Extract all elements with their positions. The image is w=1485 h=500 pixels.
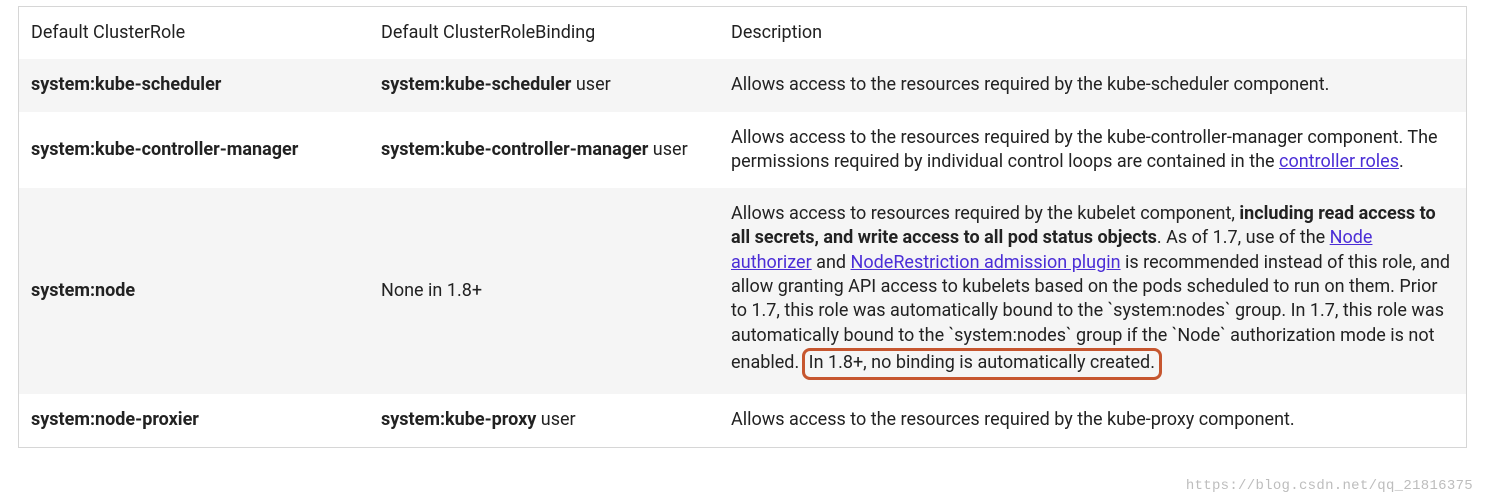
description-text: . As of 1.7, use of the	[1157, 227, 1330, 248]
cell-role: system:node	[19, 188, 369, 394]
binding-name: system:kube-proxy	[381, 409, 536, 430]
cell-role: system:kube-scheduler	[19, 59, 369, 111]
cell-role: system:kube-controller-manager	[19, 112, 369, 189]
cell-binding: system:kube-controller-manager user	[369, 112, 719, 189]
cell-binding: system:kube-proxy user	[369, 394, 719, 446]
binding-suffix: user	[648, 139, 687, 160]
table-row: system:kube-controller-manager system:ku…	[19, 112, 1466, 189]
binding-name: system:kube-controller-manager	[381, 139, 648, 160]
binding-name: system:kube-scheduler	[381, 74, 571, 95]
role-name: system:node	[31, 280, 135, 301]
table-header-row: Default ClusterRole Default ClusterRoleB…	[19, 7, 1466, 59]
cell-role: system:node-proxier	[19, 394, 369, 446]
description-text: Allows access to the resources required …	[731, 74, 1329, 95]
highlight-annotation: In 1.8+, no binding is automatically cre…	[802, 348, 1162, 380]
header-default-clusterrole: Default ClusterRole	[19, 7, 369, 59]
description-text: and	[812, 252, 851, 273]
cell-description: Allows access to the resources required …	[719, 112, 1466, 189]
cell-binding: system:kube-scheduler user	[369, 59, 719, 111]
binding-suffix: user	[536, 409, 575, 430]
link-controller-roles[interactable]: controller roles	[1279, 151, 1399, 172]
cell-description: Allows access to the resources required …	[719, 394, 1466, 446]
table-row: system:node None in 1.8+ Allows access t…	[19, 188, 1466, 394]
header-default-clusterrolebinding: Default ClusterRoleBinding	[369, 7, 719, 59]
table-row: system:node-proxier system:kube-proxy us…	[19, 394, 1466, 446]
description-text: Allows access to the resources required …	[731, 409, 1295, 430]
role-name: system:kube-controller-manager	[31, 139, 298, 160]
binding-suffix: user	[571, 74, 610, 95]
watermark-text: https://blog.csdn.net/qq_21816375	[1186, 478, 1473, 494]
description-text: Allows access to resources required by t…	[731, 203, 1239, 224]
table-row: system:kube-scheduler system:kube-schedu…	[19, 59, 1466, 111]
role-name: system:kube-scheduler	[31, 74, 221, 95]
cell-description: Allows access to resources required by t…	[719, 188, 1466, 394]
header-description: Description	[719, 7, 1466, 59]
role-name: system:node-proxier	[31, 409, 199, 430]
binding-plain: None in 1.8+	[381, 280, 482, 301]
cell-binding: None in 1.8+	[369, 188, 719, 394]
cluster-role-table: Default ClusterRole Default ClusterRoleB…	[19, 7, 1466, 447]
cell-description: Allows access to the resources required …	[719, 59, 1466, 111]
cluster-role-table-wrap: Default ClusterRole Default ClusterRoleB…	[18, 6, 1467, 448]
link-noderestriction-admission-plugin[interactable]: NodeRestriction admission plugin	[851, 252, 1121, 273]
description-text: .	[1399, 151, 1404, 172]
